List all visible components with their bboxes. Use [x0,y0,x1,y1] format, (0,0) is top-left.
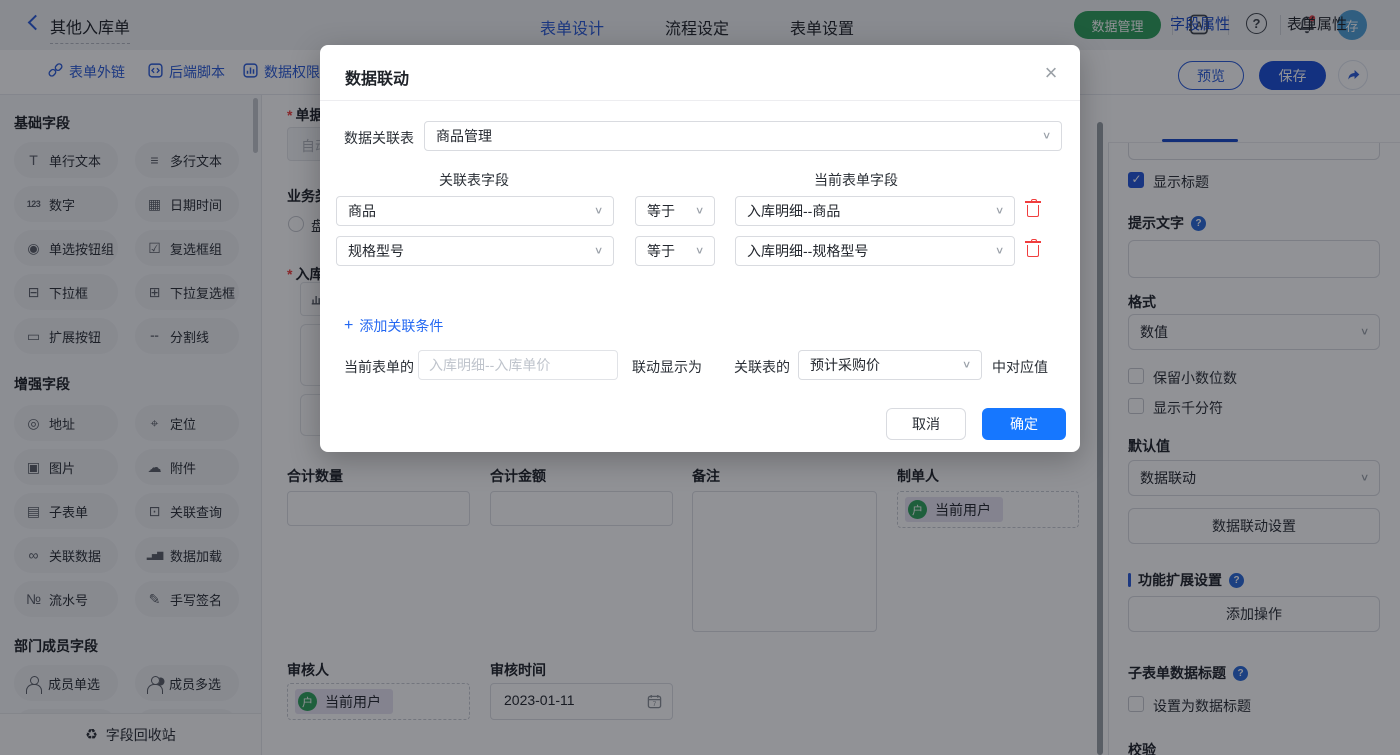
col-head-current-field: 当前表单字段 [814,172,898,188]
condition-target-select[interactable]: 入库明细--商品 [735,196,1015,226]
relation-field-select[interactable]: 预计采购价 [798,350,982,380]
relation-table-select[interactable]: 商品管理 [424,121,1062,151]
condition-target-select[interactable]: 入库明细--规格型号 [735,236,1015,266]
linkage-middle-label: 联动显示为 [632,359,702,375]
value-suffix-label: 中对应值 [992,359,1048,375]
data-linkage-modal: 数据联动 × 数据关联表 商品管理 关联表字段 当前表单字段 商品 等于 入库明… [320,45,1080,452]
modal-title: 数据联动 [345,71,410,88]
current-form-prefix-label: 当前表单的 [344,359,414,375]
condition-field-select[interactable]: 商品 [336,196,614,226]
close-icon[interactable]: × [1037,59,1065,87]
col-head-relation-field: 关联表字段 [439,172,509,188]
condition-op-select[interactable]: 等于 [635,236,715,266]
cancel-button[interactable]: 取消 [886,408,966,440]
condition-op-select[interactable]: 等于 [635,196,715,226]
relation-prefix-label: 关联表的 [734,359,790,375]
condition-field-select[interactable]: 规格型号 [336,236,614,266]
app-root: 其他入库单 表单设计 流程设定 表单设置 数据管理 A ? 存 表单外链 后端脚… [0,0,1400,755]
relation-table-label: 数据关联表 [344,130,414,146]
delete-condition-icon[interactable] [1024,198,1041,217]
confirm-button[interactable]: 确定 [982,408,1066,440]
add-condition-link[interactable]: 添加关联条件 [344,316,443,336]
modal-header-divider [320,100,1080,101]
current-field-input[interactable] [418,350,618,380]
delete-condition-icon[interactable] [1024,238,1041,257]
